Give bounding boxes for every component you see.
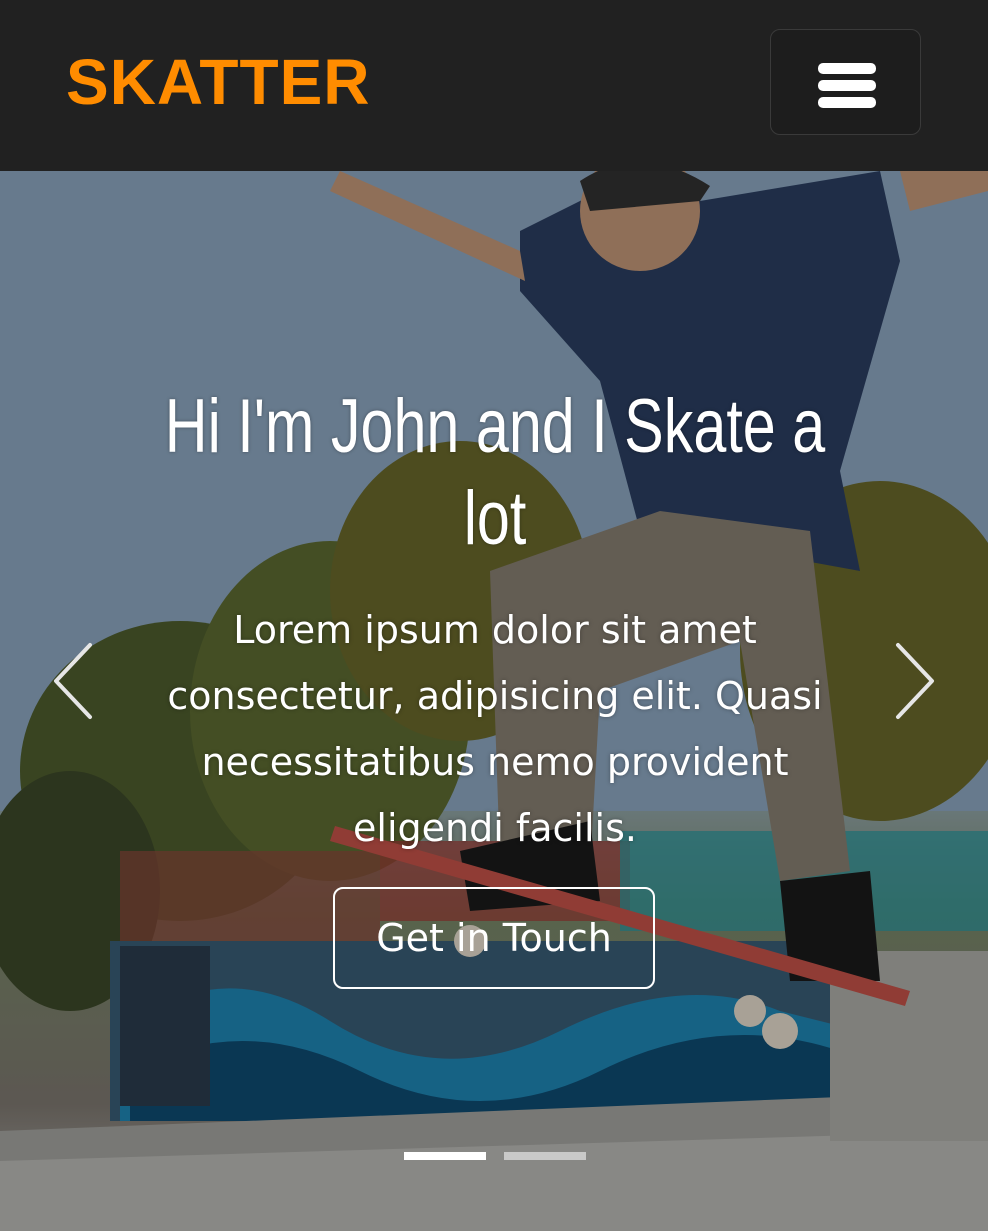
hamburger-menu-icon [818, 63, 876, 74]
hero-carousel: Hi I'm John and I Skate a lot Lorem ipsu… [0, 171, 988, 1231]
menu-toggle-button[interactable] [770, 29, 921, 135]
hero-heading: Hi I'm John and I Skate a lot [164, 384, 826, 561]
carousel-indicator-1[interactable] [404, 1152, 486, 1160]
carousel-prev-button[interactable] [50, 641, 100, 721]
carousel-indicator-2[interactable] [504, 1152, 586, 1160]
carousel-caption: Hi I'm John and I Skate a lot Lorem ipsu… [130, 381, 860, 861]
chevron-right-icon [896, 643, 934, 719]
get-in-touch-button[interactable]: Get in Touch [333, 887, 655, 989]
hero-text: Lorem ipsum dolor sit amet consectetur, … [167, 608, 823, 850]
navbar: SKATTER [0, 0, 988, 171]
carousel-next-button[interactable] [890, 641, 940, 721]
hamburger-menu-icon-bar [818, 80, 876, 91]
hamburger-menu-icon-bar [818, 97, 876, 108]
chevron-left-icon [54, 643, 92, 719]
brand-logo[interactable]: SKATTER [66, 46, 370, 118]
carousel-indicators [404, 1152, 586, 1162]
